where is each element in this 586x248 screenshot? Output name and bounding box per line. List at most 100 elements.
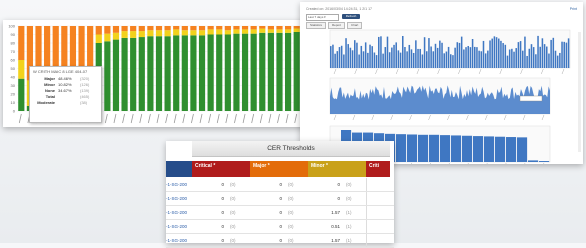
tab-statistics[interactable]: Statistics — [306, 22, 327, 29]
major-count: (0) — [288, 238, 294, 243]
minor-count: (1) — [346, 224, 352, 229]
x-tick-label — [375, 68, 378, 75]
stacked-bar-chart-panel: 100 90 80 70 60 50 40 30 20 10 0 W CRITH MAIC 8 LG… — [3, 20, 307, 127]
bar-segment — [250, 26, 257, 30]
bar-mark — [356, 42, 358, 68]
x-tick-label — [139, 113, 143, 124]
row-name-link[interactable]: -1-SG-200 — [166, 192, 192, 205]
x-tick-label — [520, 68, 523, 75]
bar-mark — [543, 44, 546, 68]
x-tick-label — [225, 113, 229, 124]
vertical-scrollbar[interactable] — [578, 32, 581, 152]
table-header-row: Critical * Major * Minor * Criti — [192, 161, 390, 177]
refresh-button[interactable]: Refresh — [342, 14, 360, 19]
x-tick-label — [113, 113, 117, 124]
bar-segment — [173, 29, 180, 36]
bar-mark — [502, 43, 504, 68]
bar-mark — [528, 160, 539, 162]
bar-mark — [563, 41, 565, 68]
bar-mark — [428, 38, 430, 68]
bar-segment — [241, 26, 249, 30]
bar-mark — [535, 54, 537, 68]
bar-segment — [173, 35, 180, 111]
bar-mark — [500, 40, 502, 68]
bar-mark — [478, 50, 480, 68]
minor-column-header[interactable]: Minor * — [308, 161, 366, 177]
bar-mark — [384, 47, 387, 68]
bar-segment — [284, 26, 292, 30]
bar-mark — [336, 51, 339, 68]
bar-segment — [181, 26, 188, 31]
x-tick-label — [148, 113, 151, 124]
critical-column-header-2[interactable]: Criti — [366, 161, 390, 177]
bar-segment — [121, 37, 128, 111]
bar-segment — [147, 26, 154, 31]
bar-mark — [349, 47, 352, 68]
bar-mark — [354, 40, 356, 68]
bar-mark — [495, 37, 498, 68]
bar-segment — [164, 30, 171, 37]
bar-segment — [293, 31, 300, 112]
bar-mark — [537, 35, 539, 68]
bar-mark — [465, 47, 467, 68]
x-tick-label — [395, 68, 399, 75]
bar-mark — [388, 52, 391, 68]
major-column-header[interactable]: Major * — [250, 161, 308, 177]
table-body: -1-SG-200 0 (0) 0 (0) 0 (0) -1-SG-200 0 … — [166, 178, 394, 248]
critical-count: (0) — [230, 224, 236, 229]
bar-segment — [198, 26, 206, 31]
row-name-link[interactable]: -1-SG-200 — [166, 178, 192, 191]
bar-segment — [293, 26, 300, 29]
bar-segment — [190, 35, 197, 111]
major-value: 0 — [279, 238, 282, 243]
critical-count: (0) — [230, 238, 236, 243]
range-select[interactable]: Last 7 days ▾ — [306, 14, 339, 21]
critical-2-cell — [366, 234, 391, 247]
bar-mark — [504, 44, 507, 68]
print-link[interactable]: Print — [570, 7, 577, 11]
bar-mark — [417, 48, 419, 68]
row-name-link[interactable]: -1-SG-200 — [166, 220, 192, 233]
x-tick-label — [234, 113, 237, 124]
x-tick-label — [18, 113, 22, 124]
bar-mark — [418, 134, 429, 162]
bar-segment — [130, 37, 137, 111]
bar-mark — [399, 52, 402, 68]
bar-segment — [224, 34, 231, 111]
tab-chart[interactable]: Chart — [347, 22, 363, 29]
y-tick-label: 30 — [11, 83, 16, 88]
tab-report[interactable]: Report — [328, 22, 346, 29]
bar-segment — [121, 26, 128, 32]
x-tick-label — [122, 113, 125, 124]
critical-column-header[interactable]: Critical * — [192, 161, 250, 177]
y-tick-label: 10 — [11, 100, 16, 105]
bar-segment — [267, 26, 274, 30]
bar-segment — [233, 29, 240, 34]
timeseries-report-panel: Created on: 2016/03/04 14:24:31, 1 2/1 1… — [300, 2, 583, 164]
critical-count: (0) — [230, 210, 236, 215]
bar-segment — [259, 32, 266, 111]
x-tick-label — [466, 114, 469, 121]
y-tick-label: 100 — [8, 24, 15, 29]
bar-mark — [360, 45, 363, 68]
x-tick-label — [165, 113, 168, 124]
bar-mark — [364, 42, 367, 68]
x-tick-label — [541, 68, 544, 75]
major-value: 0 — [279, 196, 282, 201]
bar-segment — [276, 32, 283, 111]
bar-mark — [539, 46, 541, 68]
row-name-link[interactable]: -1-SG-200 — [166, 234, 192, 247]
bar-segment — [155, 36, 163, 112]
y-tick-label: 0 — [13, 109, 16, 114]
x-tick-label — [485, 114, 488, 121]
y-tick-label: 40 — [11, 75, 16, 80]
bar-mark — [554, 50, 557, 68]
bar-mark — [419, 48, 421, 68]
bar-segment — [207, 26, 214, 30]
bar-segment — [198, 35, 206, 111]
row-name-link[interactable]: -1-SG-200 — [166, 206, 192, 219]
bar-mark — [334, 53, 336, 68]
bar-mark — [407, 134, 418, 162]
bar-segment — [173, 26, 180, 30]
bar-mark — [397, 50, 400, 68]
